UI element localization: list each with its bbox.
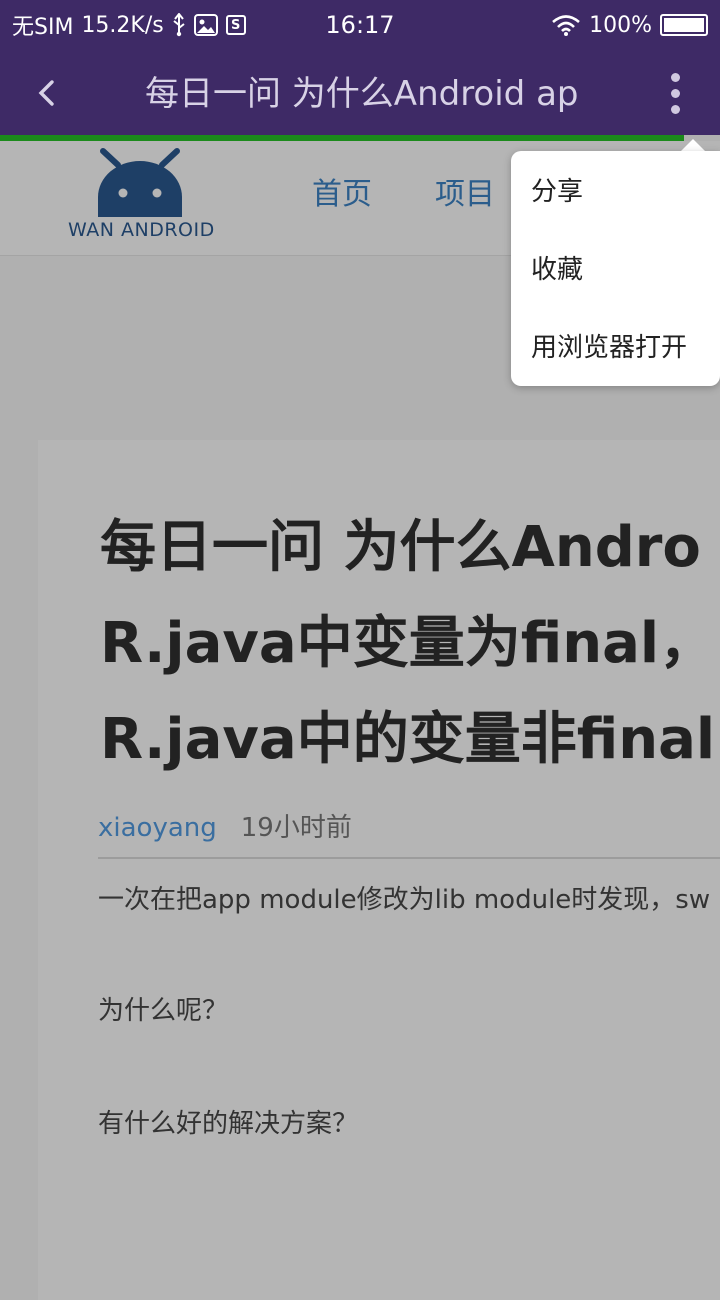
status-right: 100% xyxy=(551,0,708,50)
nav-home[interactable]: 首页 xyxy=(312,170,372,220)
more-options-button[interactable] xyxy=(650,68,700,118)
menu-item-favorite[interactable]: 收藏 xyxy=(511,231,720,309)
divider xyxy=(98,857,720,859)
android-logo-icon xyxy=(98,148,182,217)
article-paragraph: 有什么好的解决方案？ xyxy=(98,1109,359,1139)
site-logo[interactable]: WAN ANDROID xyxy=(68,145,215,250)
more-vertical-icon-dot xyxy=(670,104,680,114)
more-vertical-icon-dot xyxy=(670,88,680,98)
article-paragraph: 为什么呢？ xyxy=(98,996,229,1026)
battery-icon xyxy=(660,14,708,36)
article-title-line: R.java中变量为final， xyxy=(100,611,716,676)
logo-text: WAN ANDROID xyxy=(68,219,215,241)
article-title-line: 每日一问 为什么Andro xyxy=(100,515,701,580)
battery-percent: 100% xyxy=(589,12,652,38)
article-title: 每日一问 为什么Andro R.java中变量为final， R.java中的变… xyxy=(100,500,720,788)
status-bar: 无SIM 15.2K/s S 16:17 100% xyxy=(0,0,720,50)
article-meta: xiaoyang 19小时前 xyxy=(98,808,352,848)
author-link[interactable]: xiaoyang xyxy=(98,813,217,843)
page-title: 每日一问 为什么Android ap xyxy=(145,74,577,114)
battery-level xyxy=(664,18,704,32)
publish-time: 19小时前 xyxy=(240,813,352,843)
article-paragraph: 一次在把app module修改为lib module时发现，sw xyxy=(98,885,711,915)
nav-projects[interactable]: 项目 xyxy=(435,170,495,220)
wifi-icon xyxy=(551,14,581,36)
article-title-line: R.java中的变量非final xyxy=(100,707,716,772)
overflow-menu: 分享 收藏 用浏览器打开 xyxy=(511,151,720,386)
back-button[interactable] xyxy=(22,70,72,116)
menu-item-open-in-browser[interactable]: 用浏览器打开 xyxy=(511,309,720,387)
chevron-left-icon xyxy=(38,80,54,106)
toolbar: 每日一问 为什么Android ap xyxy=(0,50,720,135)
menu-item-share[interactable]: 分享 xyxy=(511,153,720,231)
more-vertical-icon-dot xyxy=(670,72,680,82)
